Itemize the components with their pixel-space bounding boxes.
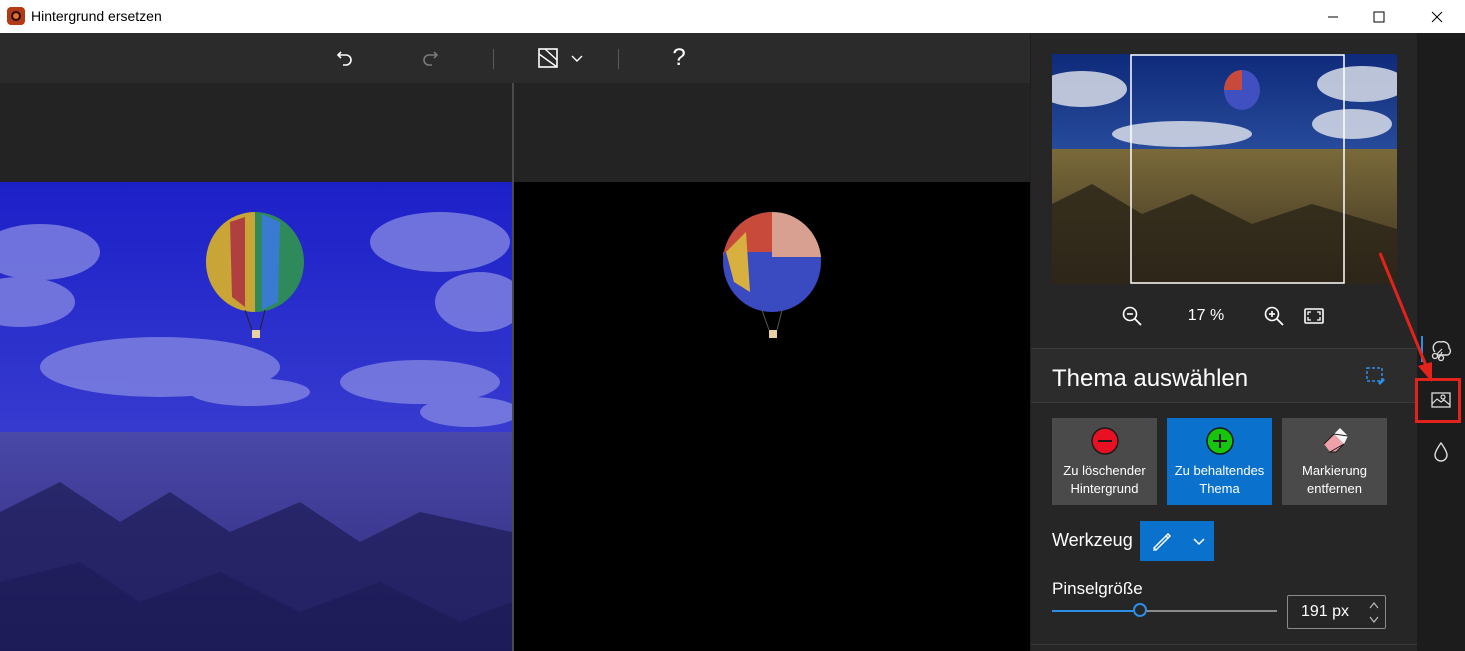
side-panel: 17 % Thema auswählen Zu löschender Hinter… (1031, 33, 1417, 651)
mode-label: Markierung entfernen (1301, 463, 1368, 496)
divider (1031, 644, 1417, 645)
minimize-button[interactable] (1310, 0, 1356, 33)
toolbar-separator (493, 49, 494, 69)
spin-up-icon[interactable] (1369, 601, 1379, 609)
thumbnail-graphic (1052, 54, 1397, 284)
maximize-button[interactable] (1356, 0, 1402, 33)
slider-thumb[interactable] (1132, 603, 1147, 617)
slider-fill (1052, 610, 1140, 612)
divider (1031, 402, 1417, 403)
close-icon (1431, 11, 1443, 22)
fit-to-screen-icon (1304, 308, 1324, 324)
maximize-icon (1373, 11, 1385, 22)
redo-icon (423, 51, 439, 66)
undo-button[interactable] (330, 43, 360, 73)
selection-tool-button[interactable] (1365, 365, 1387, 392)
toolbar: ? (0, 33, 1030, 83)
help-button[interactable]: ? (664, 43, 694, 73)
view-mode-button[interactable] (530, 43, 590, 73)
redo-button[interactable] (415, 43, 445, 73)
eraser-icon (1323, 428, 1348, 453)
brush-size-slider[interactable] (1052, 603, 1277, 617)
zoom-out-icon (1122, 306, 1142, 326)
chevron-down-icon (1193, 538, 1205, 546)
zoom-out-button[interactable] (1121, 305, 1143, 332)
selection-edit-icon (1366, 367, 1385, 385)
zoom-in-icon (1264, 306, 1284, 326)
tool-rail (1417, 33, 1465, 651)
zoom-level: 17 % (1187, 307, 1225, 324)
title-bar: Hintergrund ersetzen (0, 0, 1465, 33)
cutout-icon (1431, 340, 1452, 362)
drop-tab[interactable] (1417, 435, 1465, 469)
canvas-area[interactable] (0, 83, 1030, 651)
section-header: Thema auswählen (1031, 349, 1417, 402)
cutout-tab[interactable] (1417, 333, 1465, 367)
help-icon: ? (672, 44, 686, 71)
drop-icon (1434, 441, 1448, 462)
undo-icon (336, 51, 352, 66)
zoom-in-button[interactable] (1263, 305, 1285, 332)
mode-label: Zu löschender Hintergrund (1063, 463, 1146, 496)
mode-label: Zu behaltendes Thema (1174, 463, 1265, 496)
brush-size-label: Pinselgröße (1052, 579, 1143, 598)
chevron-down-icon (571, 55, 583, 62)
close-button[interactable] (1414, 0, 1460, 33)
tool-label: Werkzeug (1052, 530, 1133, 550)
tool-dropdown[interactable] (1140, 521, 1214, 561)
original-image[interactable] (0, 182, 512, 651)
result-preview-graphic (514, 182, 1030, 651)
fit-to-screen-button[interactable] (1303, 305, 1325, 332)
keep-subject-button[interactable]: Zu behaltendes Thema (1167, 418, 1272, 505)
highlight-box (1415, 378, 1461, 423)
image-view-icon (538, 48, 558, 68)
minimize-icon (1328, 16, 1338, 17)
brush-size-value: 191 px (1301, 603, 1350, 620)
spin-down-icon[interactable] (1369, 616, 1379, 624)
remove-marking-button[interactable]: Markierung entfernen (1282, 418, 1387, 505)
navigator-thumbnail[interactable] (1052, 54, 1397, 284)
minus-circle-icon (1090, 427, 1119, 455)
delete-background-button[interactable]: Zu löschender Hintergrund (1052, 418, 1157, 505)
toolbar-separator (618, 49, 619, 69)
brush-size-input[interactable]: 191 px (1287, 595, 1386, 629)
original-image-graphic (0, 182, 512, 651)
section-title: Thema auswählen (1052, 365, 1249, 392)
brush-icon (1152, 532, 1172, 552)
result-preview (514, 182, 1030, 651)
window-title: Hintergrund ersetzen (31, 8, 162, 24)
app-logo-icon (7, 7, 25, 25)
plus-circle-icon (1205, 427, 1234, 455)
